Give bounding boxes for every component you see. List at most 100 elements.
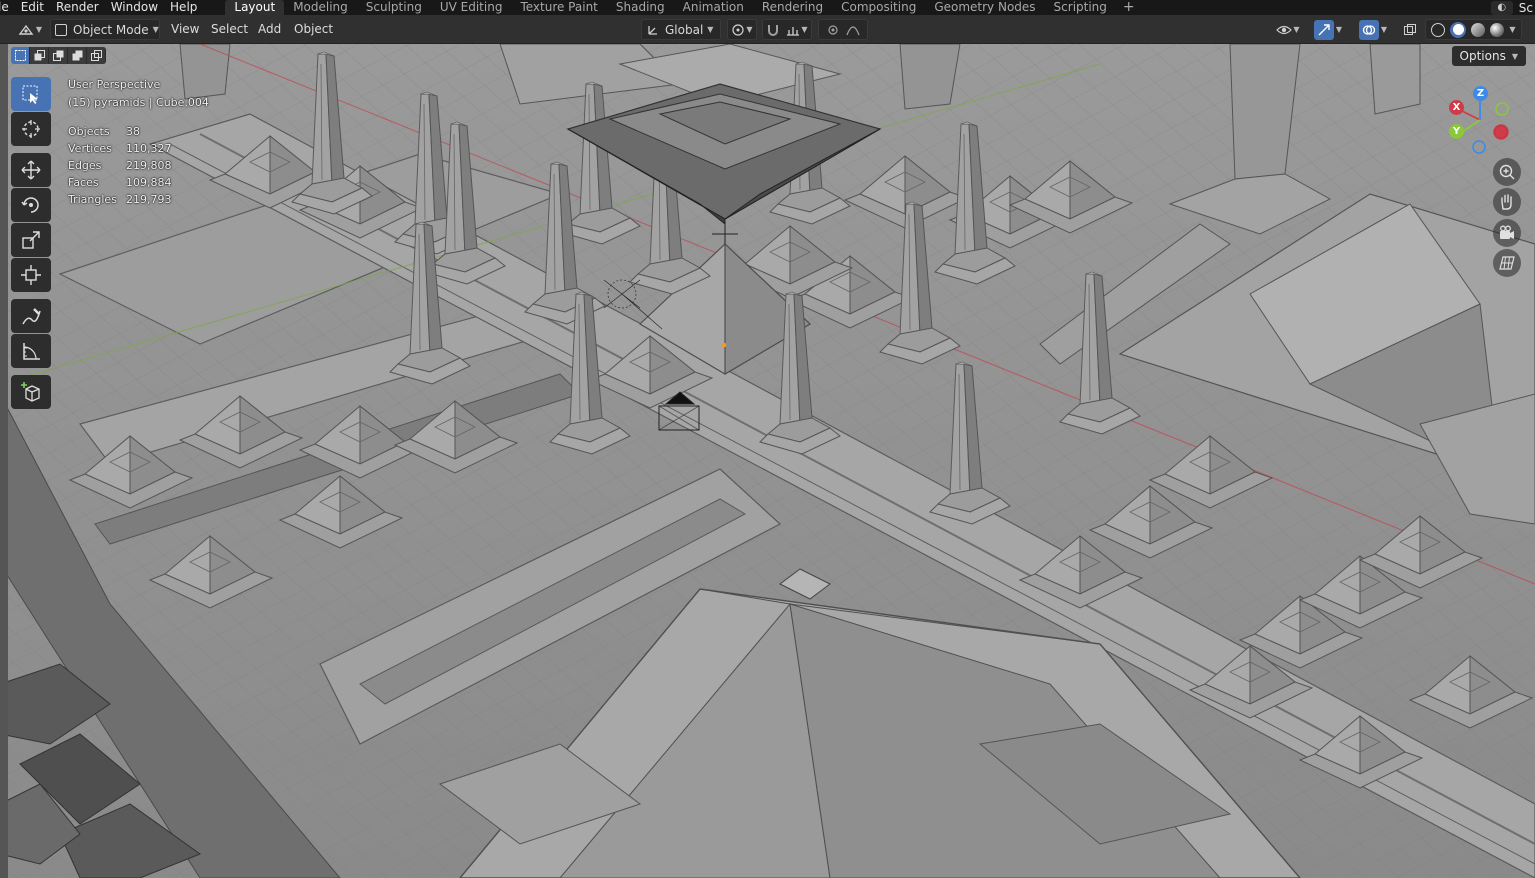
snap-increment-icon — [787, 26, 800, 36]
menu-render[interactable]: Render — [50, 0, 105, 15]
tab-modeling[interactable]: Modeling — [284, 0, 357, 15]
stats-label: Objects — [68, 125, 110, 138]
overlays-toggle[interactable]: ▼ — [1353, 19, 1393, 40]
stats-label: Triangles — [68, 193, 117, 206]
zoom-icon — [1499, 164, 1515, 180]
orientation-dropdown[interactable]: Global ▼ — [641, 19, 721, 40]
object-mode-icon — [55, 23, 67, 36]
snap-group[interactable]: ▼ — [762, 19, 812, 40]
tab-shading[interactable]: Shading — [607, 0, 674, 15]
tab-animation[interactable]: Animation — [674, 0, 753, 15]
menu-help[interactable]: Help — [164, 0, 203, 15]
orientation-label: Global — [665, 22, 704, 37]
wireframe-shading-icon[interactable] — [1431, 22, 1446, 37]
gizmo-x-label: X — [1449, 100, 1464, 115]
chevron-down-icon: ▼ — [746, 25, 753, 34]
stats-value: 109,884 — [126, 176, 172, 189]
select-invert-icon[interactable] — [68, 47, 87, 64]
move-tool[interactable] — [11, 153, 51, 187]
stats-row: Vertices 110,327 — [68, 140, 186, 157]
tab-geometry-nodes[interactable]: Geometry Nodes — [925, 0, 1044, 15]
menu-edit[interactable]: Edit — [15, 0, 50, 15]
navigation-gizmo[interactable]: Z X Y — [1444, 82, 1522, 160]
xray-toggle[interactable] — [1400, 19, 1420, 40]
gizmo-icon — [1313, 19, 1334, 40]
mode-label: Object Mode — [73, 22, 149, 37]
proportional-edit-group[interactable] — [818, 19, 868, 40]
camera-view-button[interactable] — [1493, 219, 1521, 247]
editor-type-button[interactable]: ▼ — [15, 19, 45, 40]
pan-button[interactable] — [1493, 188, 1521, 216]
zoom-button[interactable] — [1493, 158, 1521, 186]
scene-render — [0, 44, 1535, 878]
tool-shelf — [11, 77, 51, 410]
annotate-icon — [22, 308, 41, 325]
rotate-tool[interactable] — [11, 188, 51, 222]
mode-dropdown[interactable]: Object Mode ▼ — [50, 19, 160, 40]
rendered-shading-icon[interactable] — [1490, 22, 1505, 37]
object-menu[interactable]: Object — [294, 19, 333, 40]
material-shading-icon[interactable] — [1471, 22, 1486, 37]
tab-uv-editing[interactable]: UV Editing — [431, 0, 512, 15]
ortho-toggle-button[interactable] — [1493, 249, 1521, 277]
scale-tool[interactable] — [11, 223, 51, 257]
visibility-dropdown[interactable]: ▼ — [1272, 19, 1304, 40]
stats-value: 219,808 — [126, 159, 172, 172]
select-intersect-icon[interactable] — [87, 47, 106, 64]
xray-icon — [1404, 23, 1416, 35]
overlays-icon — [1358, 19, 1379, 40]
gizmo-z-label: Z — [1473, 86, 1488, 101]
chevron-down-icon: ▼ — [801, 25, 808, 34]
magnet-icon — [768, 24, 779, 36]
chevron-down-icon[interactable]: ▼ — [1509, 25, 1515, 34]
chevron-down-icon: ▼ — [35, 25, 43, 34]
stats-row: Faces 109,884 — [68, 174, 186, 191]
move-icon — [21, 160, 41, 180]
select-box-tool[interactable] — [11, 77, 51, 111]
add-menu[interactable]: Add — [258, 19, 281, 40]
options-dropdown[interactable]: Options ▼ — [1451, 46, 1526, 66]
chevron-down-icon: ▼ — [1293, 25, 1300, 34]
tab-scripting[interactable]: Scripting — [1045, 0, 1116, 15]
scene-selector[interactable]: ◐ Sc — [1490, 0, 1535, 15]
cursor-tool[interactable] — [11, 112, 51, 146]
chevron-down-icon: ▼ — [1380, 25, 1388, 34]
collection-info: (15) pyramids | Cube.004 — [68, 96, 209, 109]
view-menu[interactable]: View — [171, 19, 199, 40]
select-new-icon[interactable] — [11, 47, 30, 64]
stats-label: Vertices — [68, 142, 112, 155]
select-extend-icon[interactable] — [30, 47, 49, 64]
pivot-dropdown[interactable]: ▼ — [727, 19, 757, 40]
viewport-header: ▼ Object Mode ▼ View Select Add Object G… — [0, 15, 1535, 44]
add-workspace-button[interactable]: + — [1116, 0, 1142, 15]
scene-icon: ◐ — [1490, 0, 1513, 15]
chevron-down-icon: ▼ — [1335, 25, 1343, 34]
tab-rendering[interactable]: Rendering — [753, 0, 832, 15]
perspective-label: User Perspective — [68, 78, 161, 91]
tab-layout[interactable]: Layout — [225, 0, 285, 15]
3d-viewport[interactable]: User Perspective (15) pyramids | Cube.00… — [0, 44, 1535, 878]
orientation-icon — [648, 25, 657, 35]
proportional-icon — [828, 24, 838, 35]
rotate-icon — [21, 197, 39, 213]
tab-compositing[interactable]: Compositing — [832, 0, 925, 15]
tab-texture-paint[interactable]: Texture Paint — [511, 0, 606, 15]
measure-tool[interactable] — [11, 334, 51, 368]
stats-value: 219,793 — [126, 193, 172, 206]
menu-file[interactable]: le — [0, 0, 15, 15]
gizmo-y-label: Y — [1449, 124, 1464, 139]
solid-shading-icon[interactable] — [1450, 21, 1467, 38]
tab-sculpting[interactable]: Sculpting — [357, 0, 431, 15]
gizmo-toggle[interactable]: ▼ — [1308, 19, 1348, 40]
cursor-icon — [22, 120, 40, 138]
transform-tool[interactable] — [11, 258, 51, 292]
transform-icon — [21, 265, 41, 285]
select-box-icon — [22, 85, 38, 104]
camera-icon — [1500, 225, 1514, 239]
add-cube-tool[interactable] — [11, 375, 51, 409]
top-menu-bar: le Edit Render Window Help Layout Modeli… — [0, 0, 1535, 15]
select-menu[interactable]: Select — [211, 19, 248, 40]
menu-window[interactable]: Window — [105, 0, 164, 15]
annotate-tool[interactable] — [11, 299, 51, 333]
select-subtract-icon[interactable] — [49, 47, 68, 64]
